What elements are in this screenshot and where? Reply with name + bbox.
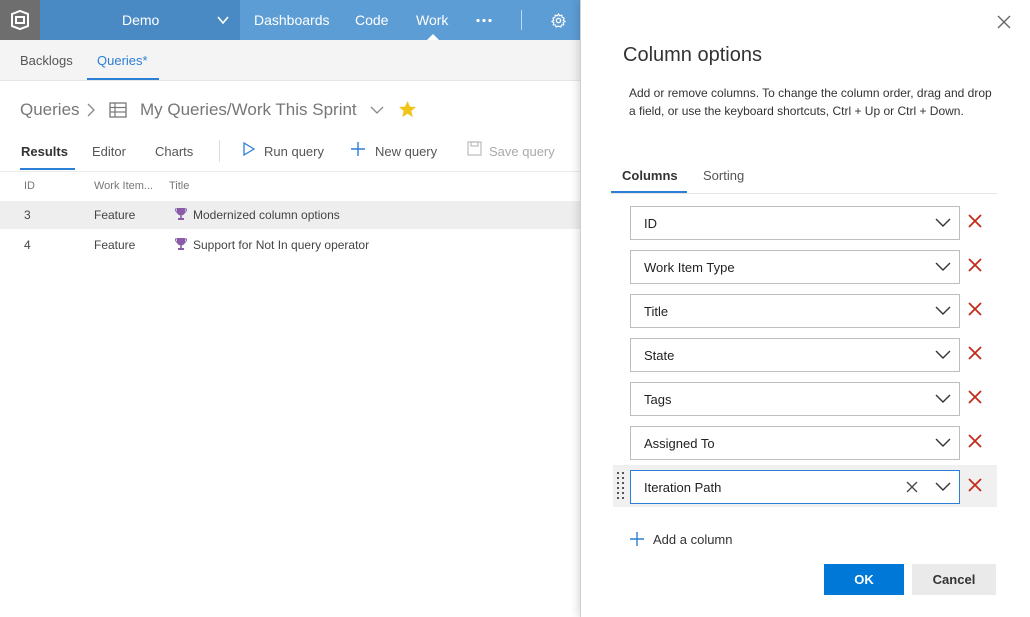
column-field-value: Tags [644,392,672,407]
breadcrumb-queries[interactable]: Queries [20,100,80,120]
run-icon [243,141,256,157]
column-row[interactable]: Assigned To [613,421,997,463]
tab-columns[interactable]: Columns [622,168,678,183]
chevron-right-icon [87,103,95,117]
cell-id: 4 [24,238,31,252]
ellipsis-icon[interactable] [476,18,492,23]
chevron-down-icon[interactable] [935,438,951,448]
nav-code[interactable]: Code [355,12,388,28]
nav-dashboards[interactable]: Dashboards [254,12,330,28]
chevron-down-icon[interactable] [935,350,951,360]
column-field-select[interactable]: Assigned To [630,426,960,460]
new-query-button[interactable]: New query [375,144,437,159]
cell-type: Feature [94,208,136,222]
chevron-down-icon [217,16,229,25]
chevron-down-icon[interactable] [935,262,951,272]
breadcrumb-query-name[interactable]: My Queries/Work This Sprint [140,100,357,120]
column-header-id[interactable]: ID [24,180,35,192]
run-query-button[interactable]: Run query [264,144,324,159]
clear-icon[interactable] [905,480,919,494]
chevron-down-icon[interactable] [935,482,951,492]
column-field-select[interactable]: State [630,338,960,372]
drag-handle-icon[interactable] [616,470,626,504]
column-field-select[interactable]: ID [630,206,960,240]
tab-results[interactable]: Results [21,144,68,159]
cell-type: Feature [94,238,136,252]
add-column-label: Add a column [653,532,733,547]
column-field-value: State [644,348,675,363]
close-icon[interactable] [995,13,1013,31]
save-icon [467,141,482,156]
cell-id: 3 [24,208,31,222]
tab-sorting[interactable]: Sorting [703,168,744,183]
vsts-logo-icon[interactable] [0,0,40,40]
subnav-backlogs[interactable]: Backlogs [20,53,73,68]
panel-description: Add or remove columns. To change the col… [629,86,992,118]
column-row[interactable]: Title [613,289,997,331]
chevron-down-icon[interactable] [935,394,951,404]
remove-column-icon[interactable] [968,434,982,448]
column-row[interactable]: ID [613,201,997,243]
nav-work[interactable]: Work [416,12,448,28]
remove-column-icon[interactable] [968,346,982,360]
subnav-queries[interactable]: Queries* [97,53,148,68]
nav-divider [521,10,522,30]
remove-column-icon[interactable] [968,478,982,492]
column-row-active[interactable]: Iteration Path [613,465,997,507]
column-row[interactable]: State [613,333,997,375]
column-field-select[interactable]: Tags [630,382,960,416]
column-field-value: Work Item Type [644,260,735,275]
plus-icon [351,142,365,156]
trophy-icon [175,208,187,220]
query-grid-icon [109,102,127,118]
column-header-title[interactable]: Title [169,180,189,192]
sub-navigation: Backlogs Queries* [0,40,580,81]
chevron-down-icon[interactable] [935,218,951,228]
column-field-value: Title [644,304,669,319]
cell-title[interactable]: Modernized column options [193,208,340,222]
tab-strip-border [611,193,997,194]
table-row[interactable]: 3 Feature Modernized column options [0,201,580,229]
column-row[interactable]: Work Item Type [613,245,997,287]
remove-column-icon[interactable] [968,390,982,404]
column-row[interactable]: Tags [613,377,997,419]
favorite-star-icon[interactable] [398,100,417,119]
column-options-panel: Column options Add or remove columns. To… [580,0,1030,617]
column-field-select[interactable]: Work Item Type [630,250,960,284]
tab-active-indicator [611,191,687,193]
column-field-select[interactable]: Title [630,294,960,328]
gear-icon[interactable] [551,13,566,28]
remove-column-icon[interactable] [968,258,982,272]
tab-charts[interactable]: Charts [155,144,193,159]
cancel-button[interactable]: Cancel [912,564,996,595]
column-header-work-item-type[interactable]: Work Item... [94,180,153,192]
project-selector[interactable]: Demo [40,0,240,40]
chevron-down-icon[interactable] [370,104,384,116]
table-row[interactable]: 4 Feature Support for Not In query opera… [0,231,580,259]
ok-button[interactable]: OK [824,564,904,595]
tab-editor[interactable]: Editor [92,144,126,159]
chevron-down-icon[interactable] [935,306,951,316]
panel-title: Column options [623,44,762,66]
toolbar-bottom-border [0,171,580,172]
remove-column-icon[interactable] [968,302,982,316]
column-field-value: Assigned To [644,436,715,451]
save-query-button[interactable]: Save query [489,144,555,159]
column-field-value: ID [644,216,657,231]
plus-icon [630,532,644,546]
trophy-icon [175,238,187,250]
toolbar-divider [219,140,220,162]
remove-column-icon[interactable] [968,214,982,228]
cell-title[interactable]: Support for Not In query operator [193,238,369,252]
pivot-active-indicator [20,168,75,170]
column-field-value: Iteration Path [644,480,722,495]
subnav-active-indicator [87,78,159,80]
project-name: Demo [122,12,160,28]
column-field-select[interactable]: Iteration Path [630,470,960,504]
